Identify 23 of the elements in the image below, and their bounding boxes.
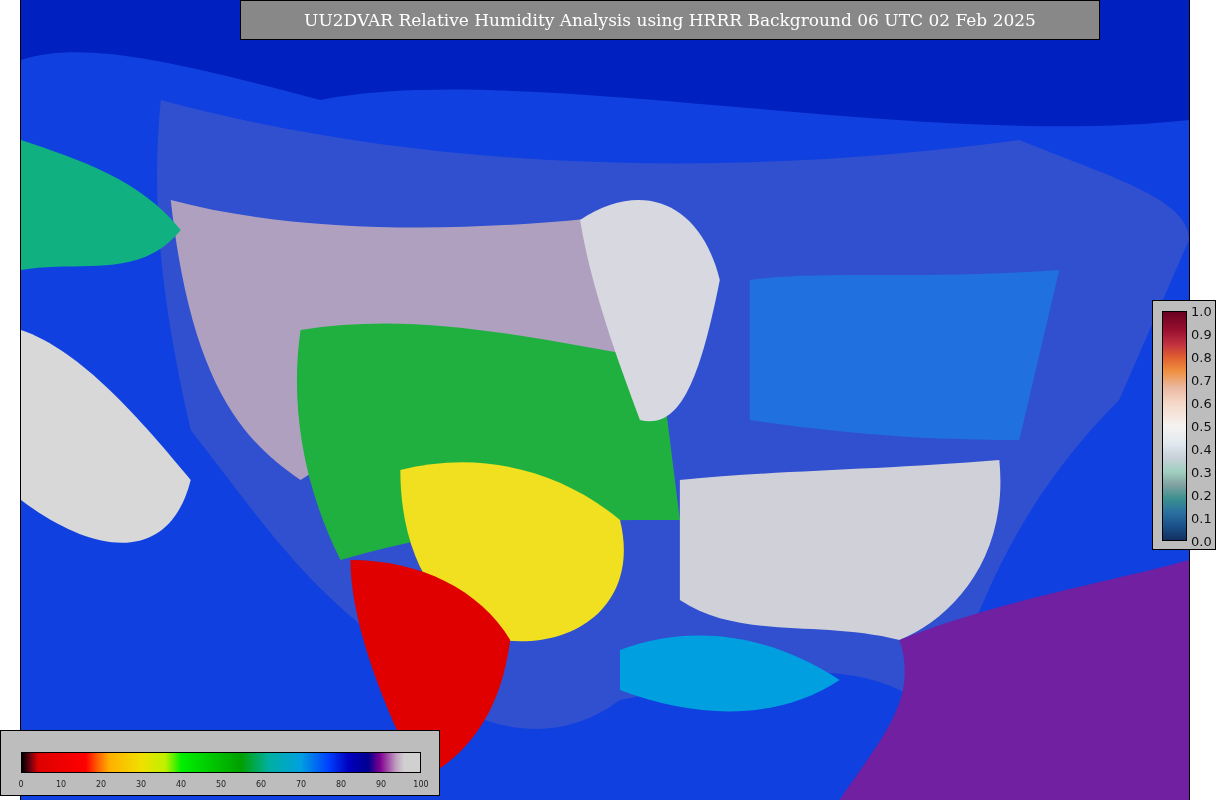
colorbar-tick-label: 0.6 — [1191, 395, 1212, 411]
colorbar-tick-label: 0.1 — [1191, 510, 1212, 526]
colorbar-tick-label: 0.0 — [1191, 533, 1212, 549]
colorbar-tick-label: 0.2 — [1191, 487, 1212, 503]
colorbar-tick-label: 20 — [95, 780, 107, 789]
colorbar-tick-label: 0.8 — [1191, 349, 1212, 365]
map-title: UU2DVAR Relative Humidity Analysis using HRRR Background 06 UTC 02 Feb 2025 — [240, 0, 1100, 40]
colorbar-tick-label: 80 — [335, 780, 347, 789]
colorbar-tick-label: 0.3 — [1191, 464, 1212, 480]
colorbar-tick-label: 0.5 — [1191, 418, 1212, 434]
colorbar-tick-label: 0.7 — [1191, 372, 1212, 388]
colorbar-tick-label: 100 — [413, 780, 429, 789]
colorbar-tick-label: 0.9 — [1191, 326, 1212, 342]
colorbar-tick-label: 30 — [135, 780, 147, 789]
colorbar-tick-label: 70 — [295, 780, 307, 789]
colorbar-tick-label: 40 — [175, 780, 187, 789]
colorbar-tick-label: 60 — [255, 780, 267, 789]
colorbar-tick-label: 1.0 — [1191, 303, 1212, 319]
colorbar-tick-label: 10 — [55, 780, 67, 789]
colorbar-tick-label: 0.4 — [1191, 441, 1212, 457]
colorbar-tick-label: 90 — [375, 780, 387, 789]
colorbar-tick-label: 0 — [18, 780, 24, 789]
colorbar-tick-label: 50 — [215, 780, 227, 789]
